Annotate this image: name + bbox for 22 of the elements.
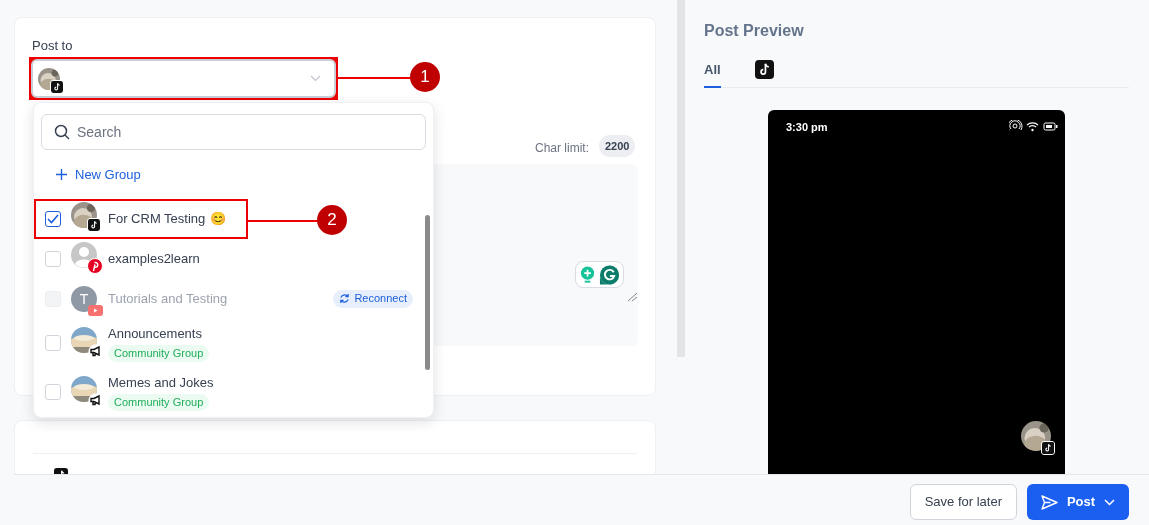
account-name: examples2learn: [108, 249, 200, 268]
account-name: Tutorials and Testing: [108, 289, 228, 308]
account-item[interactable]: For CRM Testing 😊: [34, 198, 248, 239]
account-name: Memes and Jokes: [108, 373, 214, 392]
community-group-tag: Community Group: [108, 394, 210, 412]
status-time: 3:30 pm: [786, 120, 828, 135]
account-item[interactable]: examples2learn: [34, 238, 248, 279]
save-for-later-button[interactable]: Save for later: [909, 484, 1017, 520]
char-limit-value: 2200: [599, 135, 636, 157]
preview-title: Post Preview: [704, 21, 804, 41]
search-field[interactable]: Search: [41, 114, 426, 150]
community-group-tag: Community Group: [108, 345, 210, 363]
account-item[interactable]: Announcements Community Group: [34, 318, 248, 368]
avatar-initial: T: [71, 285, 97, 312]
post-to-label: Post to: [32, 37, 73, 55]
account-item[interactable]: Memes and Jokes Community Group: [34, 367, 248, 417]
new-group-link[interactable]: New Group: [56, 165, 141, 185]
char-limit-label: Char limit:: [535, 140, 589, 157]
preview-tab[interactable]: All: [704, 54, 721, 88]
post-button[interactable]: Post: [1027, 484, 1129, 520]
account-name: Announcements: [108, 324, 202, 343]
account-name: For CRM Testing 😊: [108, 209, 227, 228]
